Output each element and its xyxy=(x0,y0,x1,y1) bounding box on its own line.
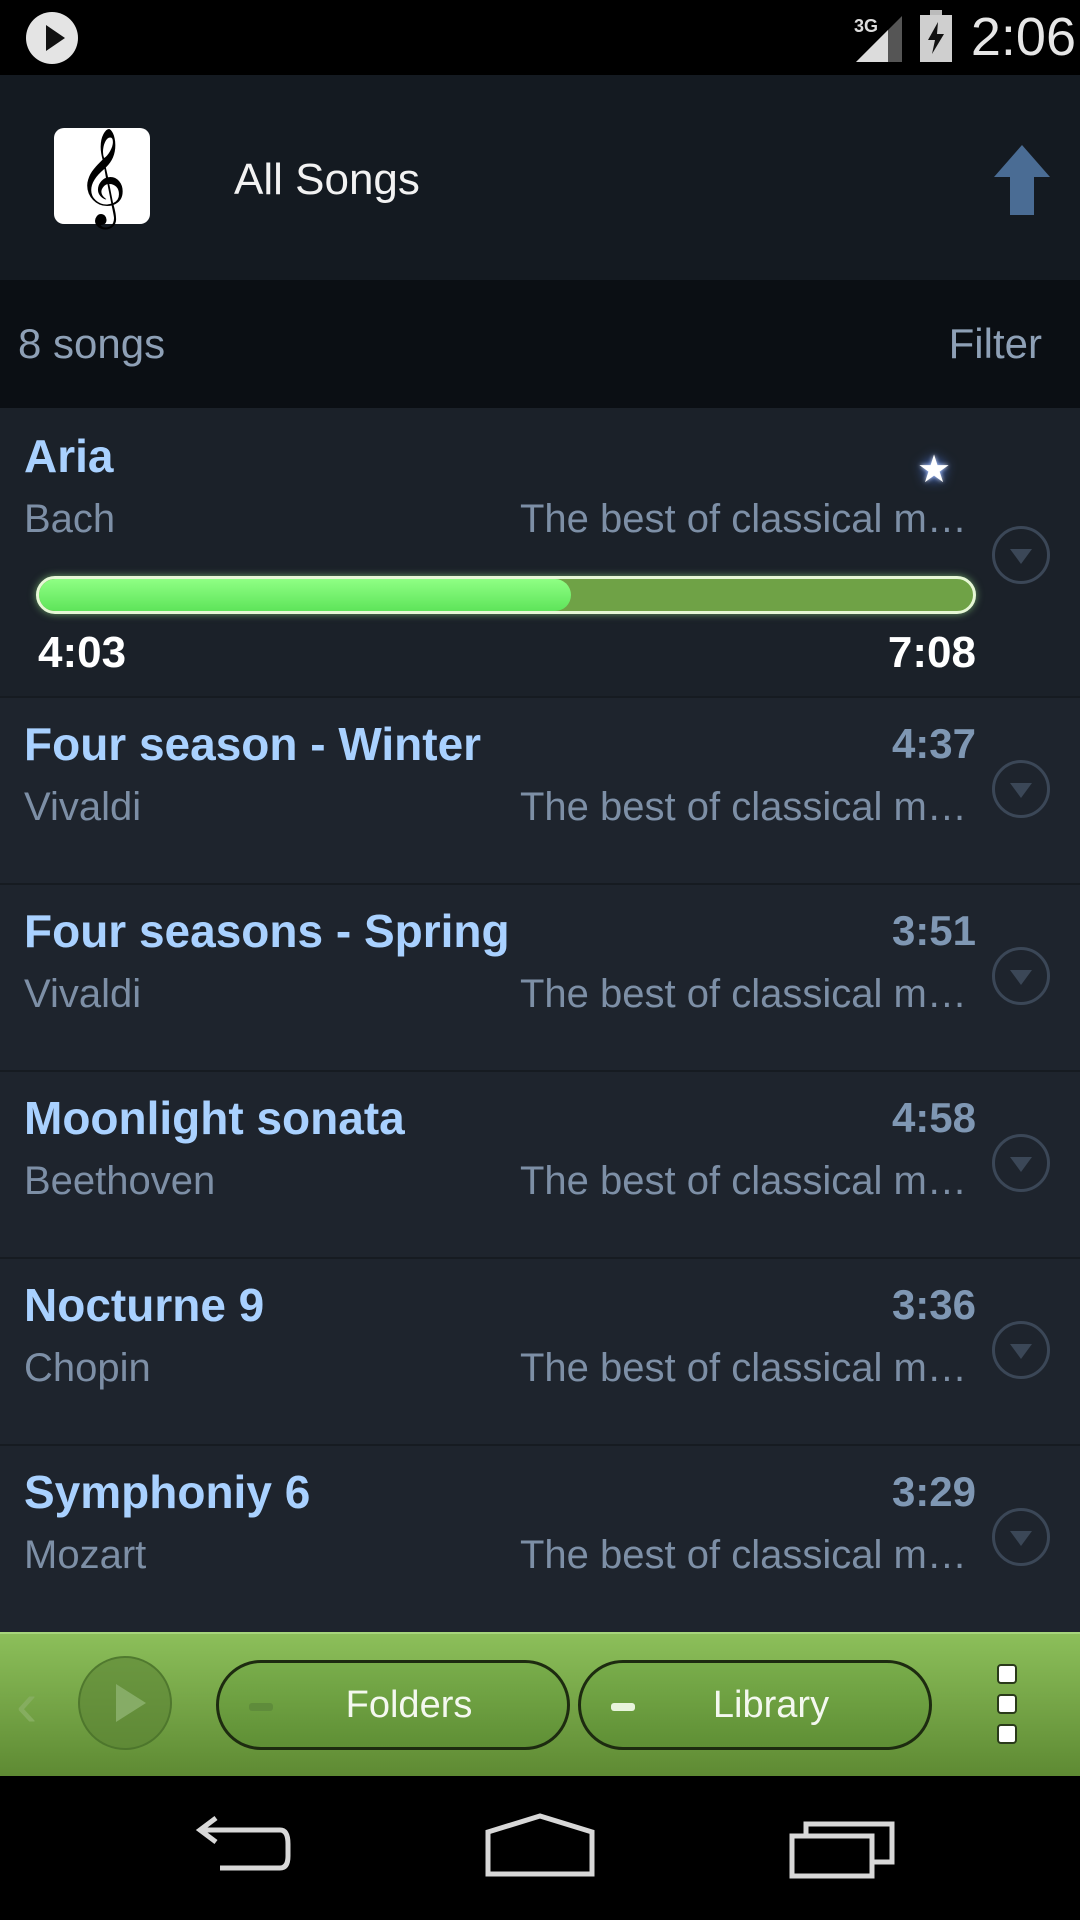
song-artist: Chopin xyxy=(24,1346,151,1390)
song-album: The best of classical music xyxy=(520,785,980,829)
list-item[interactable]: Symphoniy 6 3:29 Mozart The best of clas… xyxy=(0,1444,1080,1632)
overflow-menu-icon[interactable] xyxy=(997,1664,1019,1748)
filter-button[interactable]: Filter xyxy=(949,317,1042,371)
chevron-down-icon[interactable] xyxy=(992,1134,1050,1192)
song-title: Symphoniy 6 xyxy=(24,1466,311,1518)
chevron-down-icon[interactable] xyxy=(992,760,1050,818)
page-title: All Songs xyxy=(234,155,420,204)
song-album: The best of classical music xyxy=(520,1533,980,1577)
home-icon[interactable] xyxy=(484,1812,596,1884)
signal-icon: 3G xyxy=(854,16,902,62)
network-type-label: 3G xyxy=(854,16,878,36)
bottom-control-bar: ‹ Folders Library xyxy=(0,1632,1080,1776)
treble-clef-icon: 𝄞 xyxy=(77,127,127,225)
song-title: Nocturne 9 xyxy=(24,1279,265,1331)
action-bar: 𝄞 All Songs xyxy=(0,75,1080,280)
list-item[interactable]: Four season - Winter 4:37 Vivaldi The be… xyxy=(0,696,1080,885)
folders-label: Folders xyxy=(345,1684,473,1726)
song-artist: Vivaldi xyxy=(24,972,142,1016)
song-album: The best of classical music xyxy=(520,1346,980,1390)
song-title: Four season - Winter xyxy=(24,718,482,770)
list-item[interactable]: Moonlight sonata 4:58 Beethoven The best… xyxy=(0,1070,1080,1259)
play-button[interactable] xyxy=(78,1656,172,1750)
song-duration: 4:58 xyxy=(891,1094,976,1141)
chevron-down-icon[interactable] xyxy=(992,1508,1050,1566)
total-time: 7:08 xyxy=(887,628,976,677)
clock-time: 2:06 xyxy=(970,7,1076,67)
chevron-down-icon[interactable] xyxy=(992,947,1050,1005)
elapsed-time: 4:03 xyxy=(38,628,127,677)
indicator-icon xyxy=(249,1703,273,1711)
progress-fill xyxy=(39,579,572,611)
back-icon[interactable] xyxy=(186,1812,294,1884)
library-label: Library xyxy=(712,1684,830,1726)
app-logo[interactable]: 𝄞 xyxy=(54,128,150,224)
indicator-icon xyxy=(611,1703,635,1711)
status-bar: 3G 2:06 xyxy=(0,0,1080,75)
song-album: The best of classical music xyxy=(520,1159,980,1203)
song-count: 8 songs xyxy=(18,320,166,367)
up-arrow-icon[interactable] xyxy=(994,145,1050,215)
recent-apps-icon[interactable] xyxy=(788,1812,898,1884)
list-item[interactable]: Nocturne 9 3:36 Chopin The best of class… xyxy=(0,1257,1080,1446)
song-duration: 4:37 xyxy=(891,720,976,767)
chevron-left-icon[interactable]: ‹ xyxy=(16,1672,56,1736)
song-artist: Vivaldi xyxy=(24,785,142,829)
song-title: Moonlight sonata xyxy=(24,1092,405,1144)
progress-bar[interactable] xyxy=(36,576,976,614)
song-duration: 3:36 xyxy=(891,1281,976,1328)
song-duration: 3:29 xyxy=(891,1468,976,1515)
song-duration: 3:51 xyxy=(891,907,976,954)
song-artist: Mozart xyxy=(24,1533,147,1577)
navigation-bar xyxy=(0,1776,1080,1920)
chevron-down-icon[interactable] xyxy=(992,526,1050,584)
play-icon xyxy=(26,12,78,64)
now-playing-row[interactable]: Aria ★ Bach The best of classical music … xyxy=(0,408,1080,698)
song-album: The best of classical music xyxy=(520,972,980,1016)
list-header: 8 songs Filter xyxy=(0,280,1080,408)
star-icon[interactable]: ★ xyxy=(912,448,956,492)
battery-charging-icon xyxy=(920,10,952,62)
song-title: Aria xyxy=(24,430,114,482)
song-artist: Beethoven xyxy=(24,1159,216,1203)
song-title: Four seasons - Spring xyxy=(24,905,510,957)
list-item[interactable]: Four seasons - Spring 3:51 Vivaldi The b… xyxy=(0,883,1080,1072)
chevron-down-icon[interactable] xyxy=(992,1321,1050,1379)
song-list[interactable]: Aria ★ Bach The best of classical music … xyxy=(0,408,1080,1632)
song-artist: Bach xyxy=(24,497,116,541)
song-album: The best of classical music xyxy=(520,497,980,541)
folders-button[interactable]: Folders xyxy=(216,1660,570,1750)
library-button[interactable]: Library xyxy=(578,1660,932,1750)
